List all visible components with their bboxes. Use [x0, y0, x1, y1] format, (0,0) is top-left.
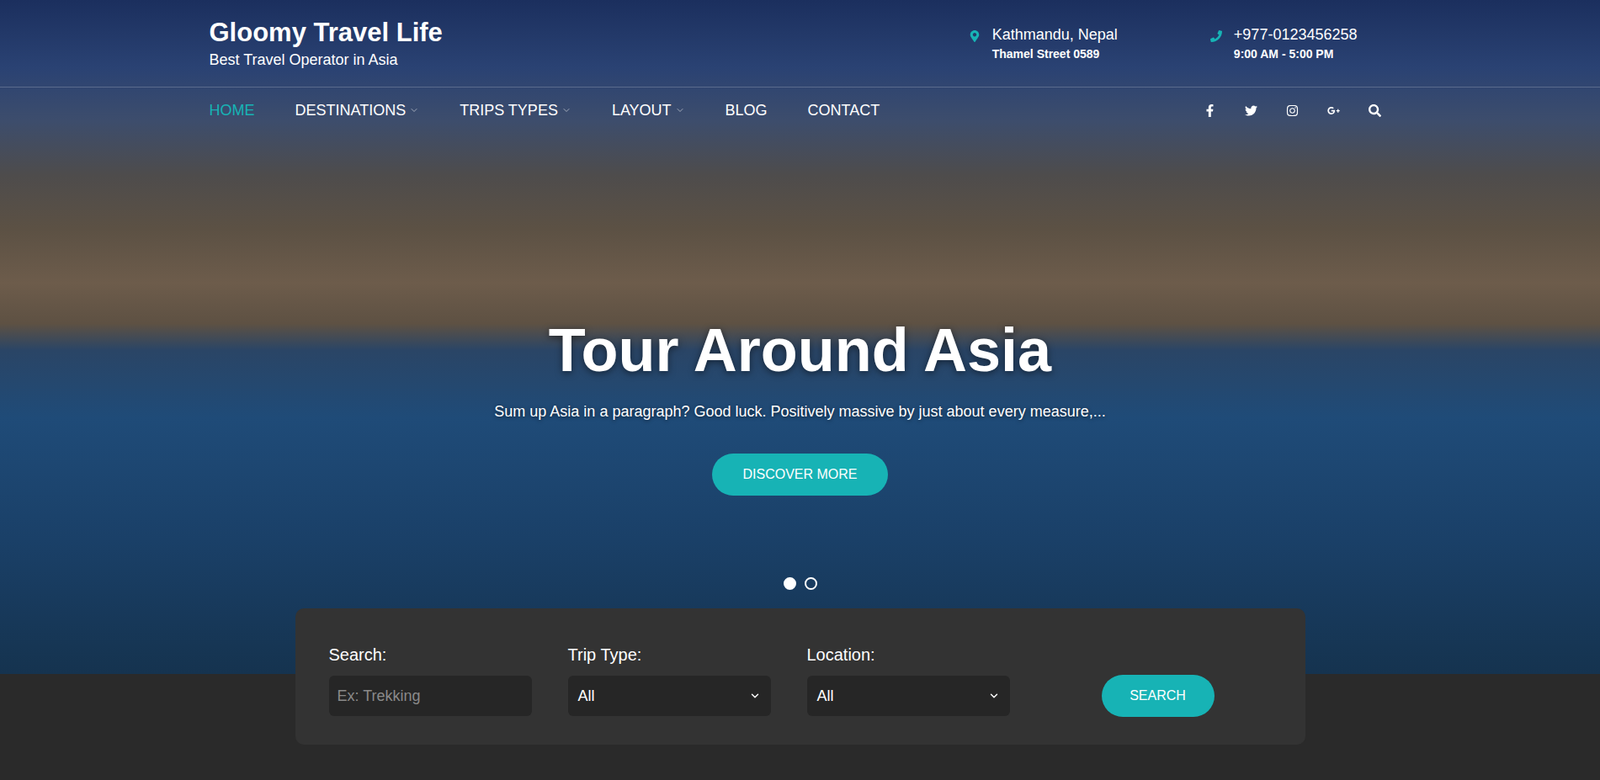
contact-secondary: 9:00 AM - 5:00 PM [1233, 47, 1358, 63]
search-input[interactable] [329, 675, 532, 717]
field-label: Search: [329, 642, 532, 668]
instagram-icon[interactable] [1286, 104, 1299, 117]
main-nav: HOME DESTINATIONS TRIPS TYPES LAYOUT BLOG CON… [209, 87, 1392, 133]
slider-dots [783, 577, 818, 591]
top-bar: Gloomy Travel LifeBest Travel Operator i… [0, 0, 1600, 88]
facebook-icon[interactable] [1203, 104, 1217, 117]
google-plus-icon[interactable] [1327, 104, 1340, 117]
search-field: Location: All [807, 642, 1010, 717]
phone-icon [1210, 30, 1223, 43]
contact-item: Kathmandu, Nepal Thamel Street 0589 [968, 25, 1118, 62]
nav-item[interactable]: BLOG [725, 99, 768, 123]
slider-dot[interactable] [804, 577, 818, 591]
contacts: Kathmandu, Nepal Thamel Street 0589 +977-0… [968, 25, 1358, 62]
search-button[interactable]: SEARCH [1101, 675, 1215, 718]
brand[interactable]: Gloomy Travel LifeBest Travel Operator i… [209, 16, 443, 71]
slide-text: Sum up Asia in a paragraph? Good luck. P… [494, 400, 1106, 424]
nav-item[interactable]: DESTINATIONS [295, 99, 420, 123]
search-field: Search: [329, 642, 532, 717]
contact-primary: Kathmandu, Nepal [992, 25, 1118, 45]
nav-item[interactable]: CONTACT [807, 99, 881, 123]
search-panel: Search: Trip Type: All Location: All SEARCH [295, 608, 1306, 745]
search-icon[interactable] [1368, 104, 1382, 117]
discover-more-button[interactable]: DISCOVER MORE [712, 453, 888, 496]
search-field: Trip Type: All [568, 642, 771, 717]
nav-item[interactable]: TRIPS TYPES [459, 99, 572, 123]
nav-item[interactable]: LAYOUT [611, 99, 686, 123]
chevron-down-icon [988, 690, 1000, 702]
hero: Gloomy Travel LifeBest Travel Operator i… [0, 0, 1600, 675]
chevron-down-icon [409, 105, 420, 116]
site-title[interactable]: Gloomy Travel Life [209, 16, 443, 50]
select-box[interactable]: All [568, 675, 771, 717]
lower-section: Search:Trip Type:AllLocation:AllSEARCH [0, 674, 1600, 745]
chevron-down-icon [749, 690, 761, 702]
map-pin-icon [968, 30, 981, 43]
nav-item[interactable]: HOME [209, 99, 256, 123]
contact-item: +977-0123456258 9:00 AM - 5:00 PM [1210, 25, 1358, 62]
twitter-icon[interactable] [1244, 104, 1258, 117]
field-label: Location: [807, 642, 1010, 668]
field-label: Trip Type: [568, 642, 771, 668]
chevron-down-icon [675, 105, 686, 116]
site-tagline: Best Travel Operator in Asia [209, 49, 443, 71]
chevron-down-icon [561, 105, 572, 116]
contact-primary: +977-0123456258 [1233, 25, 1358, 45]
select-box[interactable]: All [807, 675, 1010, 717]
social-links [1203, 104, 1382, 117]
slide-title: Tour Around Asia [548, 319, 1052, 381]
contact-secondary: Thamel Street 0589 [992, 47, 1118, 63]
slider-dot[interactable] [783, 577, 797, 591]
page: Gloomy Travel LifeBest Travel Operator i… [0, 0, 1600, 780]
slider: Tour Around Asia Sum up Asia in a paragra… [0, 319, 1600, 591]
